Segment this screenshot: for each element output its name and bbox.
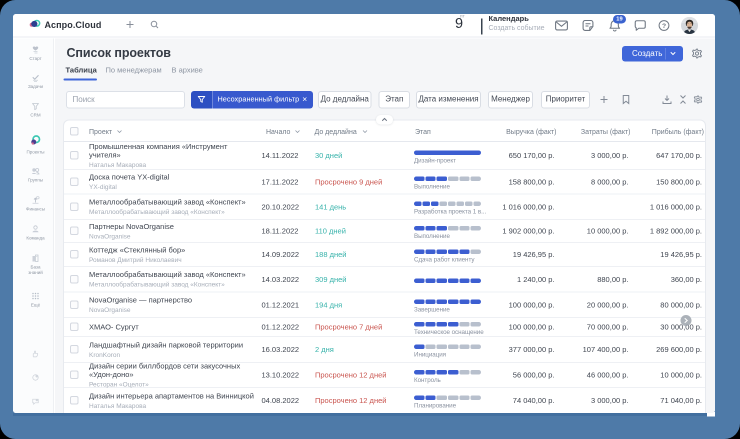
svg-text:?: ? xyxy=(662,23,666,30)
